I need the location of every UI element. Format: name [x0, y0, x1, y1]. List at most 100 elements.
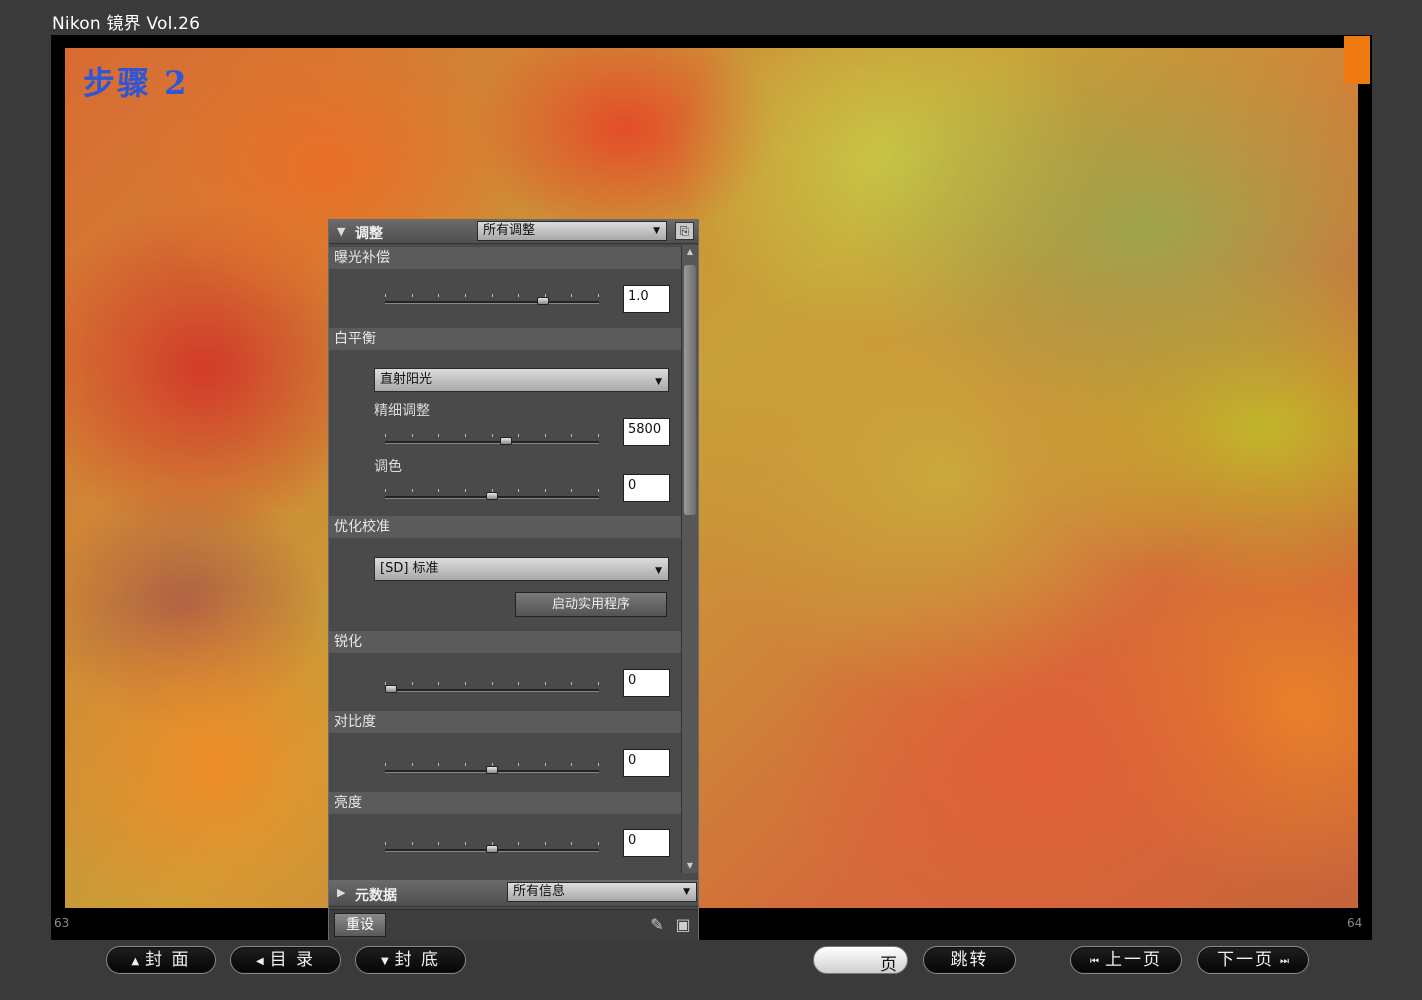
scroll-up-arrow-icon[interactable]: ▲: [684, 245, 696, 259]
tint-value-input[interactable]: 0: [623, 474, 670, 502]
page-number-field[interactable]: 页: [813, 946, 908, 975]
metadata-selector-dropdown[interactable]: 所有信息 ▼: [507, 882, 697, 902]
adjust-panel-title: 调整: [355, 226, 383, 242]
slider-tick: [438, 489, 439, 492]
brightness-slider[interactable]: [385, 842, 599, 856]
slider-tick: [492, 294, 493, 297]
panel-footer: 重设 ✎ ▣: [329, 909, 698, 940]
slider-tick: [412, 763, 413, 766]
section-sharpening-header: 锐化: [329, 631, 681, 653]
back-cover-button[interactable]: ▼ 封 底: [355, 946, 466, 974]
fine-tune-slider[interactable]: [385, 434, 599, 448]
skip-back-icon: ⏮: [1090, 956, 1099, 967]
slider-thumb[interactable]: [486, 492, 498, 500]
chevron-down-icon: ▼: [655, 566, 662, 576]
slider-tick: [465, 842, 466, 845]
slider-thumb[interactable]: [486, 845, 498, 853]
slider-thumb[interactable]: [500, 437, 512, 445]
skip-forward-icon: ⏭: [1280, 956, 1289, 967]
slider-tick: [598, 434, 599, 437]
save-icon[interactable]: ▣: [673, 914, 693, 936]
slider-tick: [465, 489, 466, 492]
slider-track: [385, 301, 599, 304]
white-balance-value: 直射阳光: [380, 372, 433, 387]
slider-tick: [465, 682, 466, 685]
sharpening-slider[interactable]: [385, 682, 599, 696]
slider-track: [385, 441, 599, 444]
slider-thumb[interactable]: [537, 297, 549, 305]
picture-control-dropdown[interactable]: [SD] 标准 ▼: [374, 557, 669, 581]
jump-button[interactable]: 跳转: [923, 946, 1016, 974]
contrast-value-input[interactable]: 0: [623, 749, 670, 777]
page-corner-tab[interactable]: [1344, 36, 1370, 84]
arrow-down-icon: ▼: [380, 956, 389, 967]
exposure-slider[interactable]: [385, 294, 599, 308]
collapse-triangle-icon[interactable]: ▼: [337, 225, 345, 238]
slider-tick: [598, 763, 599, 766]
chevron-down-icon: ▼: [655, 377, 662, 387]
contrast-slider[interactable]: [385, 763, 599, 777]
copy-reset-icon[interactable]: ⎘: [675, 222, 694, 240]
launch-utility-button[interactable]: 启动实用程序: [515, 592, 667, 617]
next-page-label: 下一页: [1217, 950, 1274, 970]
toc-button-label: 目 录: [269, 950, 316, 970]
slider-tick: [571, 434, 572, 437]
prev-page-label: 上一页: [1105, 950, 1162, 970]
picture-control-value: [SD] 标准: [380, 561, 439, 576]
exposure-value-input[interactable]: 1.0: [623, 285, 670, 313]
slider-thumb[interactable]: [486, 766, 498, 774]
slider-tick: [598, 489, 599, 492]
cover-button-label: 封 面: [145, 950, 191, 970]
expand-triangle-icon[interactable]: ▶: [337, 886, 345, 899]
slider-tick: [465, 763, 466, 766]
section-exposure-header: 曝光补偿: [329, 247, 681, 269]
slider-tick: [571, 682, 572, 685]
slider-tick: [518, 842, 519, 845]
slider-tick: [385, 489, 386, 492]
slider-tick: [518, 763, 519, 766]
tint-slider[interactable]: [385, 489, 599, 503]
slider-tick: [545, 682, 546, 685]
magazine-viewer: [51, 35, 1372, 940]
adjust-panel-header[interactable]: ▼ 调整 所有调整 ▼ ⎘: [329, 220, 698, 244]
slider-tick: [571, 489, 572, 492]
arrow-left-icon: ◀: [255, 956, 264, 967]
app-title: Nikon 镜界 Vol.26: [52, 14, 201, 34]
slider-tick: [465, 434, 466, 437]
slider-thumb[interactable]: [385, 685, 397, 693]
reset-button[interactable]: 重设: [334, 913, 386, 937]
slider-tick: [571, 842, 572, 845]
sharpening-value-input[interactable]: 0: [623, 669, 670, 697]
autumn-foliage-photo: [65, 48, 1358, 908]
slider-tick: [545, 434, 546, 437]
metadata-panel-header[interactable]: ▶ 元数据 所有信息 ▼: [329, 880, 698, 907]
metadata-selector-value: 所有信息: [513, 884, 566, 899]
cover-button[interactable]: ▲ 封 面: [106, 946, 216, 974]
toc-button[interactable]: ◀ 目 录: [230, 946, 341, 974]
slider-tick: [598, 682, 599, 685]
slider-tick: [385, 763, 386, 766]
slider-tick: [492, 682, 493, 685]
white-balance-dropdown[interactable]: 直射阳光 ▼: [374, 368, 669, 392]
left-page-number: 63: [54, 916, 70, 930]
next-page-button[interactable]: 下一页 ⏭: [1197, 946, 1309, 974]
section-white-balance-header: 白平衡: [329, 328, 681, 350]
slider-tick: [438, 842, 439, 845]
apply-settings-icon[interactable]: ✎: [647, 914, 667, 936]
scroll-down-arrow-icon[interactable]: ▼: [684, 859, 696, 873]
scrollbar-thumb[interactable]: [684, 265, 696, 515]
slider-tick: [412, 842, 413, 845]
slider-tick: [438, 682, 439, 685]
adjust-panel: ▼ 调整 所有调整 ▼ ⎘ 曝光补偿 1.0 白平衡 直射阳光 ▼ 精细调整 5…: [328, 219, 699, 940]
section-contrast-header: 对比度: [329, 711, 681, 733]
panel-scrollbar[interactable]: ▲ ▼: [681, 245, 698, 873]
slider-tick: [412, 434, 413, 437]
prev-page-button[interactable]: ⏮ 上一页: [1070, 946, 1182, 974]
brightness-value-input[interactable]: 0: [623, 829, 670, 857]
adjust-selector-dropdown[interactable]: 所有调整 ▼: [477, 221, 667, 241]
chevron-down-icon: ▼: [653, 226, 660, 236]
slider-tick: [412, 682, 413, 685]
fine-tune-value-input[interactable]: 5800: [623, 418, 670, 446]
slider-tick: [571, 294, 572, 297]
back-cover-button-label: 封 底: [394, 950, 441, 970]
